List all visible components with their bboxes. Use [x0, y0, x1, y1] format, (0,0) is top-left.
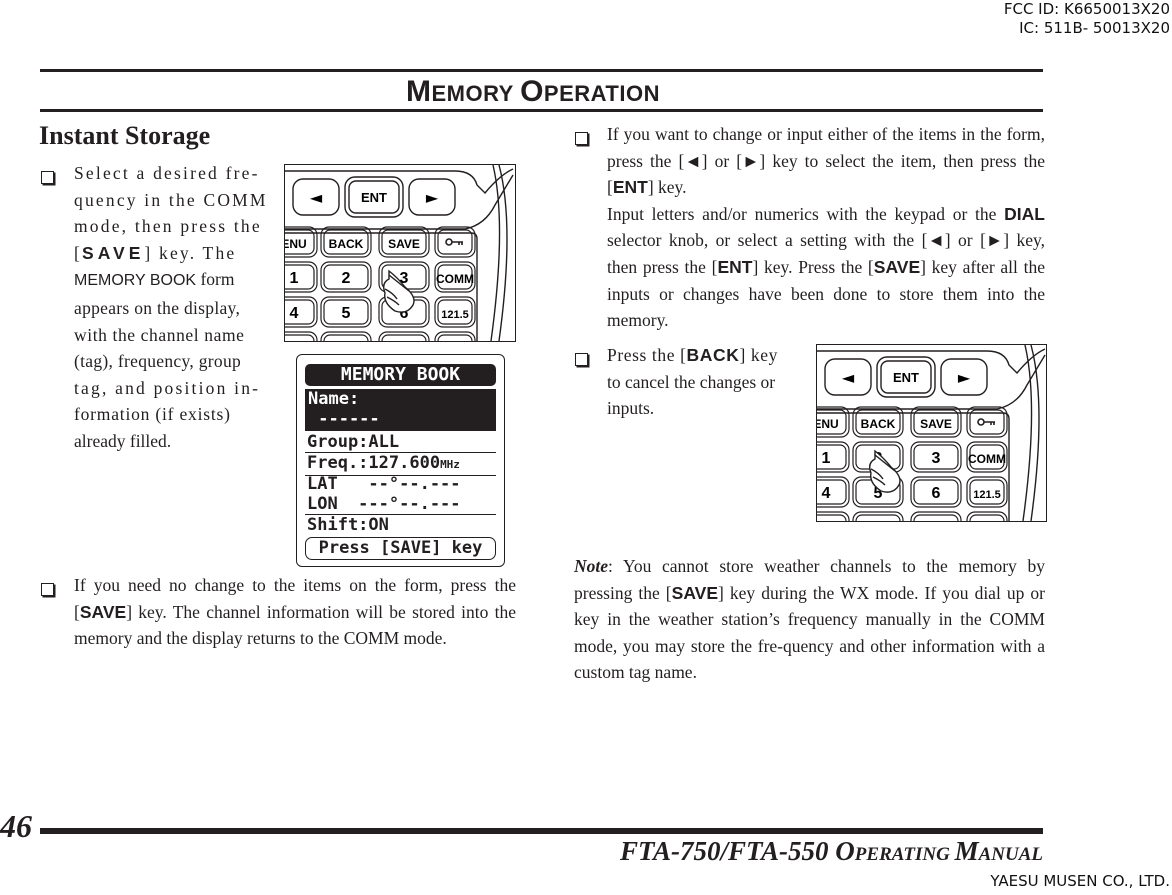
keypad-drawing: ◄ ENT ► ENUBACKSAVE123COMM456121.57890 [817, 345, 1046, 521]
keypad-key-3: 3 [932, 450, 941, 467]
lcd-title: MEMORY BOOK [305, 364, 496, 386]
section-title: MEMORY OPERATION [406, 75, 660, 108]
key-label-save: SAVE [82, 242, 145, 263]
keypad-key-9: 9 [932, 520, 941, 521]
key-lock-icon [977, 418, 995, 426]
keypad-key-save: SAVE [920, 417, 952, 431]
ent-key: ENT [893, 370, 919, 385]
keypad-drawing: ◄ ENT ► ENUBACKSAVE123COMM456121.57890 [285, 165, 514, 341]
keypad-illustration-save: ◄ ENT ► ENUBACKSAVE123COMM456121.57890 [284, 164, 516, 342]
checkbox-bullet-icon [41, 583, 54, 596]
key-label-dial: DIAL [1004, 203, 1045, 224]
key-label-ent: ENT [717, 256, 753, 277]
keypad-key-back: BACK [329, 237, 364, 251]
footer-rule [40, 828, 1043, 834]
keypad-key-comm: COMM [436, 272, 474, 286]
key-label-save: SAVE [79, 601, 127, 622]
subsection-heading: Instant Storage [39, 121, 211, 150]
keypad-key-back: BACK [861, 417, 896, 431]
note-label: Note [574, 556, 609, 576]
bullet-paragraph-2: If you need no change to the items on th… [74, 575, 516, 649]
right-arrow-key: ► [958, 368, 971, 387]
fcc-id-block: FCC ID: K6650013X20 IC: 511B- 50013X20 [1004, 0, 1170, 38]
lcd-lat-field[interactable]: LAT --°--.--- [305, 474, 496, 494]
left-arrow-key: ◄ [842, 368, 855, 387]
keypad-illustration-back: ◄ ENT ► ENUBACKSAVE123COMM456121.57890 [816, 344, 1047, 522]
bullet-paragraph-4: Press the [BACK] key to cancel the chang… [607, 345, 778, 419]
ic-id: IC: 511B- 50013X20 [1019, 19, 1170, 37]
bullet-paragraph-3: If you want to change or input either of… [607, 124, 1045, 331]
lcd-group-field[interactable]: Group:ALL [305, 432, 496, 453]
keypad-key-save: SAVE [388, 237, 420, 251]
keypad-key-7: 7 [822, 520, 831, 521]
checkbox-bullet-icon [575, 132, 588, 145]
keypad-key-0: 0 [451, 340, 460, 341]
keypad-key-6: 6 [932, 485, 941, 502]
key-label-ent: ENT [612, 177, 648, 198]
keypad-key-1: 1 [822, 450, 831, 467]
keypad-key-4: 4 [822, 485, 831, 502]
ent-key: ENT [361, 190, 387, 205]
keypad-key-8: 8 [874, 520, 883, 521]
keypad-key-enu: ENU [285, 237, 307, 251]
keypad-key-4: 4 [290, 305, 299, 322]
memory-book-display: MEMORY BOOK Name: ------ Group:ALL Freq.… [296, 354, 505, 567]
lcd-footer-prompt: Press [SAVE] key [305, 537, 496, 560]
header-rule-top [40, 69, 1043, 72]
key-label-save: SAVE [873, 256, 921, 277]
page-number: 46 [0, 808, 32, 844]
lcd-name-field[interactable]: Name: ------ [305, 389, 496, 431]
keypad-key-comm: COMM [968, 452, 1006, 466]
fcc-id: FCC ID: K6650013X20 [1003, 0, 1170, 18]
keypad-key-8: 8 [342, 340, 351, 341]
nav-keys: ◄ ENT ► [842, 368, 971, 387]
keypad-key-2: 2 [342, 270, 351, 287]
company-name: YAESU MUSEN CO., LTD. [990, 872, 1170, 890]
keypad-key-1215: 121.5 [441, 309, 469, 321]
keypad-key-9: 9 [400, 340, 409, 341]
right-arrow-key: ► [426, 188, 439, 207]
left-arrow-key: ◄ [310, 188, 323, 207]
lcd-name-label: Name: [308, 389, 360, 409]
key-lock-icon [445, 238, 463, 246]
lcd-lon-field[interactable]: LON ---°--.--- [305, 494, 496, 515]
key-label-back: BACK [686, 345, 740, 365]
keypad-key-1: 1 [290, 270, 299, 287]
header-rule-bottom [40, 109, 1043, 112]
keypad-key-0: 0 [983, 520, 992, 521]
keypad-key-enu: ENU [817, 417, 839, 431]
keypad-key-1215: 121.5 [973, 489, 1001, 501]
checkbox-bullet-icon [575, 353, 588, 366]
note-paragraph: Note: You cannot store weather channels … [574, 556, 1045, 683]
nav-keys: ◄ ENT ► [310, 188, 439, 207]
keypad-key-5: 5 [342, 305, 351, 322]
bullet-paragraph-1: Select a desired fre- quency in the COMM… [74, 163, 268, 451]
checkbox-bullet-icon [41, 171, 54, 184]
manual-title: FTA-750/FTA-550 OPERATING MANUAL [620, 836, 1043, 866]
keypad-key-7: 7 [290, 340, 299, 341]
key-label-save: SAVE [671, 582, 718, 603]
lcd-shift-field[interactable]: Shift:ON [305, 515, 496, 535]
lcd-freq-field[interactable]: Freq.:127.600MHz [305, 453, 496, 476]
key-label-memory-book: MEMORY BOOK [74, 272, 197, 290]
lcd-name-value: ------ [308, 409, 380, 429]
